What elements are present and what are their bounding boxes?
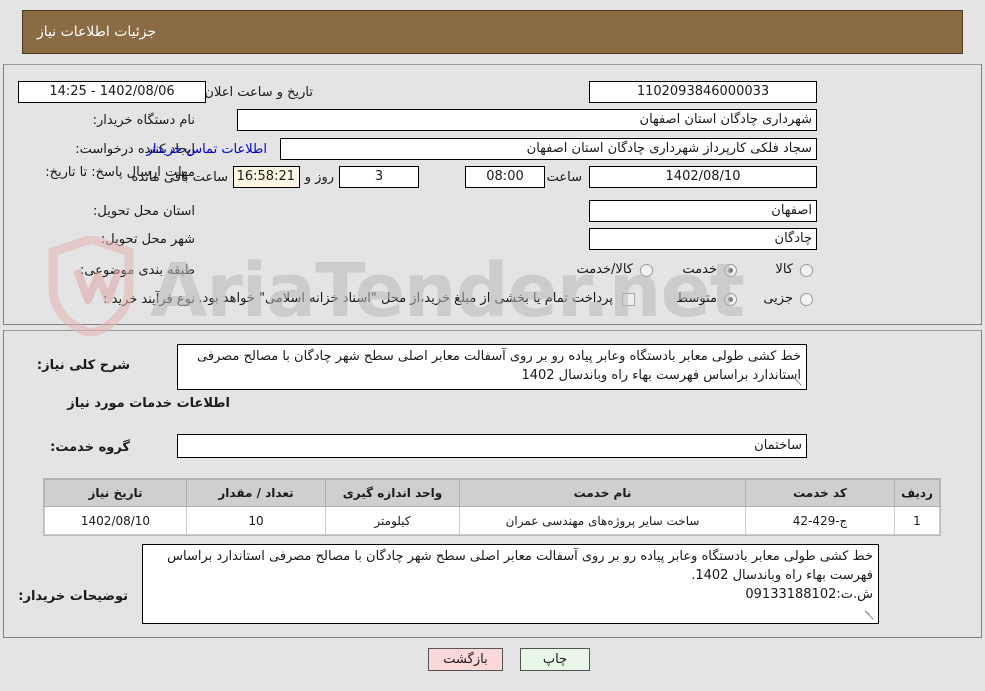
radio-purchase-jozii-label: جزیی [763, 291, 793, 306]
table-header-row: ردیف کد خدمت نام خدمت واحد اندازه گیری ت… [44, 479, 940, 507]
service-group-field[interactable]: ساختمان [177, 434, 807, 458]
cell-code: ج-429-42 [745, 506, 895, 535]
service-group-label: گروه خدمت: [50, 440, 130, 455]
general-description-resize-handle[interactable] [792, 374, 804, 386]
table-row: 1 ج-429-42 ساخت سایر پروژه‌های مهندسی عم… [44, 506, 940, 535]
buyer-notes-textarea[interactable]: خط کشی طولی معابر بادستگاه وعابر پیاده ر… [142, 544, 879, 624]
remaining-time-field: 16:58:21 [233, 166, 300, 188]
cell-need-date: 1402/08/10 [44, 506, 187, 535]
remaining-time-label: ساعت باقی مانده [131, 170, 228, 185]
services-table: ردیف کد خدمت نام خدمت واحد اندازه گیری ت… [44, 479, 940, 535]
radio-subject-khedmat-label: خدمت [682, 262, 717, 277]
radio-subject-kala-label: کالا [775, 262, 793, 277]
need-number-field[interactable]: 1102093846000033 [589, 81, 817, 103]
delivery-province-label: استان محل تحویل: [93, 204, 195, 219]
treasury-documents-checkbox[interactable] [622, 293, 635, 306]
radio-purchase-motevaset-label: متوسط [676, 291, 717, 306]
treasury-documents-note: پرداخت تمام یا بخشی از مبلغ خرید،از محل … [198, 291, 613, 306]
cell-quantity: 10 [186, 506, 326, 535]
announce-datetime-field[interactable]: 1402/08/06 - 14:25 [18, 81, 206, 103]
reply-deadline-date-field[interactable]: 1402/08/10 [589, 166, 817, 188]
delivery-province-field[interactable]: اصفهان [589, 200, 817, 222]
col-name: نام خدمت [459, 479, 746, 507]
cell-unit: کیلومتر [325, 506, 460, 535]
remaining-days-label: روز و [304, 170, 334, 185]
general-description-textarea[interactable]: خط کشی طولی معابر بادستگاه وعابر پیاده ر… [177, 344, 807, 390]
radio-purchase-motevaset[interactable] [724, 293, 737, 306]
buyer-notes-label: توضیحات خریدار: [18, 589, 128, 604]
delivery-city-label: شهر محل تحویل: [100, 232, 195, 247]
page-root: جزئیات اطلاعات نیاز شماره نیاز: 11020938… [0, 0, 985, 691]
buyer-notes-resize-handle[interactable] [864, 608, 876, 620]
col-need-date: تاریخ نیاز [44, 479, 187, 507]
reply-deadline-time-field[interactable]: 08:00 [465, 166, 545, 188]
print-button[interactable]: چاپ [520, 648, 590, 671]
radio-purchase-jozii[interactable] [800, 293, 813, 306]
col-code: کد خدمت [745, 479, 895, 507]
col-unit: واحد اندازه گیری [325, 479, 460, 507]
radio-subject-kala-khedmat-label: کالا/خدمت [576, 262, 633, 277]
col-quantity: تعداد / مقدار [186, 479, 326, 507]
cell-row: 1 [894, 506, 940, 535]
purchase-type-label: نوع فرآیند خرید : [103, 292, 195, 307]
delivery-city-field[interactable]: چادگان [589, 228, 817, 250]
services-section-heading: اطلاعات خدمات مورد نیاز [67, 396, 230, 411]
buyer-contact-link[interactable]: اطلاعات تماس خریدار [147, 142, 267, 157]
cell-name: ساخت سایر پروژه‌های مهندسی عمران [459, 506, 746, 535]
page-title: جزئیات اطلاعات نیاز [37, 24, 157, 40]
radio-subject-kala-khedmat[interactable] [640, 264, 653, 277]
col-row: ردیف [894, 479, 940, 507]
buyer-org-field[interactable]: شهرداری چادگان استان اصفهان [237, 109, 817, 131]
remaining-days-field[interactable]: 3 [339, 166, 419, 188]
radio-subject-kala[interactable] [800, 264, 813, 277]
radio-subject-khedmat[interactable] [724, 264, 737, 277]
back-button[interactable]: بازگشت [428, 648, 503, 671]
reply-deadline-time-label: ساعت [546, 170, 582, 185]
buyer-org-label: نام دستگاه خریدار: [92, 113, 195, 128]
requester-field[interactable]: سجاد فلکی کارپرداز شهرداری چادگان استان … [280, 138, 817, 160]
general-description-label: شرح کلی نیاز: [36, 358, 130, 373]
subject-class-label: طبقه بندی موضوعی: [79, 263, 195, 278]
need-info-panel [3, 64, 982, 325]
page-title-bar: جزئیات اطلاعات نیاز [22, 10, 963, 54]
